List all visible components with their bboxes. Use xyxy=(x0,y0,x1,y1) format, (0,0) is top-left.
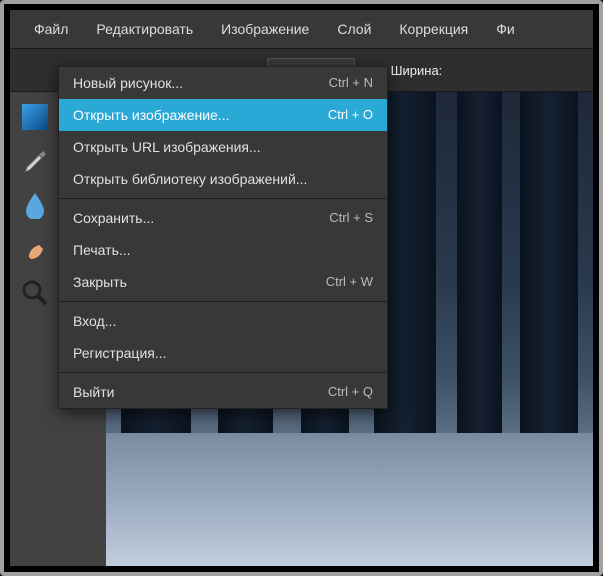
menu-item-shortcut: Ctrl + Q xyxy=(328,384,373,400)
menu-item-label: Открыть библиотеку изображений... xyxy=(73,171,307,187)
menu-item-open-url[interactable]: Открыть URL изображения... xyxy=(59,131,387,163)
menu-item-open-library[interactable]: Открыть библиотеку изображений... xyxy=(59,163,387,195)
smudge-tool-icon[interactable] xyxy=(16,230,54,268)
menu-item-shortcut: Ctrl + W xyxy=(326,274,373,290)
menu-item-save[interactable]: Сохранить... Ctrl + S xyxy=(59,202,387,234)
blur-tool-icon[interactable] xyxy=(16,186,54,224)
menu-edit[interactable]: Редактировать xyxy=(82,13,207,45)
menubar: Файл Редактировать Изображение Слой Корр… xyxy=(10,10,593,48)
menu-item-label: Закрыть xyxy=(73,274,127,290)
menu-item-label: Новый рисунок... xyxy=(73,75,183,91)
menu-separator xyxy=(59,372,387,373)
menu-item-print[interactable]: Печать... xyxy=(59,234,387,266)
menu-item-exit[interactable]: Выйти Ctrl + Q xyxy=(59,376,387,408)
menu-item-label: Регистрация... xyxy=(73,345,167,361)
menu-filter[interactable]: Фи xyxy=(482,13,528,45)
eyedropper-icon[interactable] xyxy=(16,142,54,180)
menu-item-open[interactable]: Открыть изображение... Ctrl + O xyxy=(59,99,387,131)
menu-item-label: Печать... xyxy=(73,242,131,258)
zoom-tool-icon[interactable] xyxy=(16,274,54,312)
menu-item-label: Открыть URL изображения... xyxy=(73,139,261,155)
gradient-tool-icon[interactable] xyxy=(16,98,54,136)
menu-item-login[interactable]: Вход... xyxy=(59,305,387,337)
menu-item-new[interactable]: Новый рисунок... Ctrl + N xyxy=(59,67,387,99)
menu-item-shortcut: Ctrl + S xyxy=(329,210,373,226)
menu-item-register[interactable]: Регистрация... xyxy=(59,337,387,369)
menu-item-label: Выйти xyxy=(73,384,114,400)
menu-item-label: Сохранить... xyxy=(73,210,154,226)
file-menu-dropdown: Новый рисунок... Ctrl + N Открыть изобра… xyxy=(58,66,388,409)
menu-item-label: Открыть изображение... xyxy=(73,107,230,123)
menu-item-close[interactable]: Закрыть Ctrl + W xyxy=(59,266,387,298)
menu-file[interactable]: Файл xyxy=(20,13,82,45)
menu-separator xyxy=(59,198,387,199)
menu-layer[interactable]: Слой xyxy=(323,13,385,45)
menu-item-label: Вход... xyxy=(73,313,116,329)
menu-separator xyxy=(59,301,387,302)
menu-item-shortcut: Ctrl + N xyxy=(329,75,373,91)
menu-item-shortcut: Ctrl + O xyxy=(328,107,373,123)
menu-correction[interactable]: Коррекция xyxy=(385,13,482,45)
width-label: Ширина: xyxy=(391,63,443,78)
menu-image[interactable]: Изображение xyxy=(207,13,323,45)
